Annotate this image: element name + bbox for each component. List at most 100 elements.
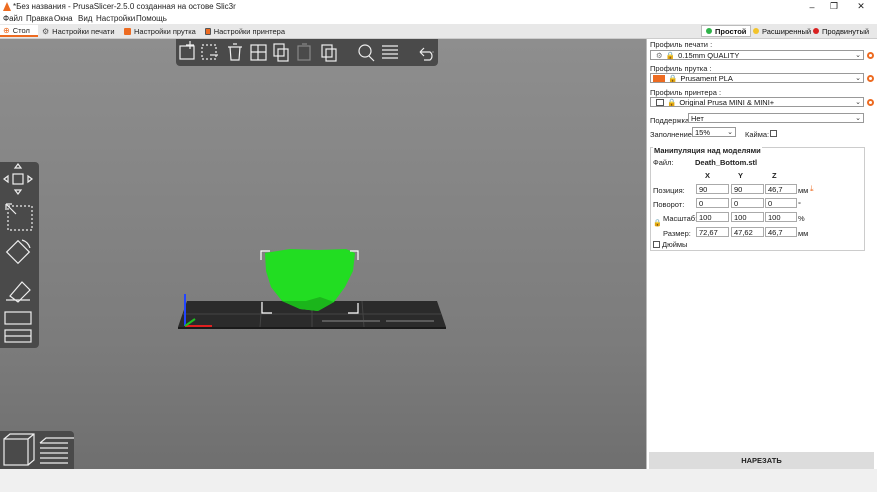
slice-button[interactable]: НАРЕЗАТЬ <box>649 452 874 469</box>
filament-profile-label: Профиль прутка : <box>650 64 712 73</box>
mode-simple[interactable]: Простой <box>701 25 752 37</box>
infill-value: 15% <box>695 127 711 137</box>
infill-label: Заполнение: <box>650 130 695 139</box>
maximize-button[interactable]: ❐ <box>822 0 846 13</box>
menu-window[interactable]: Окна <box>54 14 73 23</box>
mode-expert[interactable]: Продвинутый <box>809 25 873 37</box>
mode-advanced[interactable]: Расширенный <box>749 25 815 37</box>
supports-select[interactable]: Нет ⌄ <box>688 113 864 123</box>
size-y-input[interactable]: 47,62 <box>731 227 764 237</box>
axis-x-header: X <box>705 171 711 180</box>
chevron-down-icon: ⌄ <box>855 75 861 82</box>
mode-advanced-dot-icon <box>753 28 759 34</box>
cut-icon[interactable] <box>4 311 32 325</box>
inches-label: Дюймы <box>662 240 688 249</box>
lock-icon: 🔒 <box>665 50 676 60</box>
rotation-y-input[interactable]: 0 <box>731 198 764 208</box>
support-paint-icon[interactable] <box>4 329 32 343</box>
mode-expert-dot-icon <box>813 28 819 34</box>
size-x-input[interactable]: 72,67 <box>696 227 729 237</box>
tab-bar: ⊕ Стол ⚙ Настройки печати Настройки прут… <box>0 24 877 39</box>
arrange-icon[interactable] <box>250 44 267 61</box>
printer-profile-label: Профиль принтера : <box>650 88 722 97</box>
menu-file[interactable]: Файл <box>3 14 23 23</box>
scale-z-input[interactable]: 100 <box>765 212 797 222</box>
printer-profile-select[interactable]: 🔒 Original Prusa MINI & MINI+ ⌄ <box>650 97 864 107</box>
axis-y-header: Y <box>738 171 744 180</box>
printer-icon <box>656 98 664 106</box>
position-y-input[interactable]: 90 <box>731 184 764 194</box>
place-on-face-icon[interactable] <box>6 281 31 303</box>
menu-help[interactable]: Помощь <box>136 14 167 23</box>
rotate-icon[interactable] <box>5 239 31 265</box>
chevron-down-icon: ⌄ <box>855 115 861 122</box>
scene <box>178 249 446 329</box>
size-z-input[interactable]: 46,7 <box>765 227 797 237</box>
preview-icon[interactable] <box>39 437 74 464</box>
move-icon[interactable] <box>3 163 33 195</box>
rotation-x-input[interactable]: 0 <box>696 198 729 208</box>
close-button[interactable]: ✕ <box>849 0 873 13</box>
filament-spool-icon <box>124 27 131 35</box>
print-profile-gear-icon[interactable] <box>867 52 874 59</box>
tab-printer-settings-label: Настройки принтера <box>213 26 285 36</box>
lock-icon: 🔒 <box>668 73 678 83</box>
menu-bar: Файл Правка Окна Вид Настройки Помощь <box>0 13 877 24</box>
printer-profile-gear-icon[interactable] <box>867 99 874 106</box>
printer-profile-value: Original Prusa MINI & MINI+ <box>679 97 775 107</box>
cog-icon: ⚙ <box>42 26 50 36</box>
rotation-z-input[interactable]: 0 <box>765 198 797 208</box>
3d-viewport[interactable] <box>0 39 646 469</box>
brim-checkbox[interactable] <box>770 130 777 137</box>
view-mode-icons <box>3 433 74 466</box>
scale-x-input[interactable]: 100 <box>696 212 729 222</box>
add-object-icon[interactable] <box>179 41 195 60</box>
print-bed-front-edge <box>178 327 446 329</box>
copy-icon[interactable] <box>273 43 289 62</box>
filament-profile-gear-icon[interactable] <box>867 75 874 82</box>
printer-icon <box>205 27 211 35</box>
inches-checkbox[interactable] <box>653 241 660 248</box>
mode-expert-label: Продвинутый <box>822 26 870 36</box>
layers-editing-icon[interactable] <box>382 45 398 59</box>
sidebar: Профиль печати : ⚙ 🔒 0.15mm QUALITY ⌄ Пр… <box>646 39 877 469</box>
lock-icon: 🔒 <box>667 97 677 107</box>
delete-all-icon[interactable] <box>228 43 242 61</box>
scale-y-input[interactable]: 100 <box>731 212 764 222</box>
status-bar <box>0 469 877 492</box>
scale-unit: % <box>798 214 805 223</box>
filament-profile-value: Prusament PLA <box>680 73 733 83</box>
mode-simple-label: Простой <box>715 26 747 36</box>
print-profile-select[interactable]: ⚙ 🔒 0.15mm QUALITY ⌄ <box>650 50 864 60</box>
menu-view[interactable]: Вид <box>78 14 92 23</box>
filament-color-swatch[interactable] <box>653 74 665 82</box>
view-mode-toolbar <box>0 431 74 469</box>
tab-printer-settings[interactable]: Настройки принтера <box>202 25 288 37</box>
minimize-button[interactable]: – <box>800 0 824 13</box>
position-x-input[interactable]: 90 <box>696 184 729 194</box>
infill-select[interactable]: 15% ⌄ <box>692 127 736 137</box>
menu-edit[interactable]: Правка <box>26 14 53 23</box>
scale-icon[interactable] <box>5 203 33 231</box>
plater-icon: ⊕ <box>3 25 10 35</box>
file-label: Файл: <box>653 158 674 167</box>
add-instance-icon[interactable] <box>321 44 337 62</box>
undo-icon[interactable] <box>419 47 433 61</box>
search-icon[interactable] <box>358 44 375 62</box>
tab-plater[interactable]: ⊕ Стол <box>0 25 38 37</box>
supports-value: Нет <box>691 113 704 123</box>
mode-advanced-label: Расширенный <box>762 26 812 36</box>
tab-filament-settings[interactable]: Настройки прутка <box>121 25 200 37</box>
3d-view-icon[interactable] <box>3 433 35 466</box>
delete-icon[interactable] <box>201 44 218 60</box>
position-z-input[interactable]: 46,7 <box>765 184 797 194</box>
brim-label: Кайма: <box>745 130 770 139</box>
chevron-down-icon: ⌄ <box>855 52 861 59</box>
filament-profile-select[interactable]: 🔒 Prusament PLA ⌄ <box>650 73 864 83</box>
paste-icon[interactable] <box>297 43 311 61</box>
tab-print-settings[interactable]: ⚙ Настройки печати <box>39 25 119 37</box>
scale-lock-icon[interactable]: 🔒 <box>653 219 662 227</box>
menu-settings[interactable]: Настройки <box>96 14 135 23</box>
left-toolbar <box>0 162 39 348</box>
drop-to-bed-icon[interactable]: ⤓ <box>810 184 814 194</box>
